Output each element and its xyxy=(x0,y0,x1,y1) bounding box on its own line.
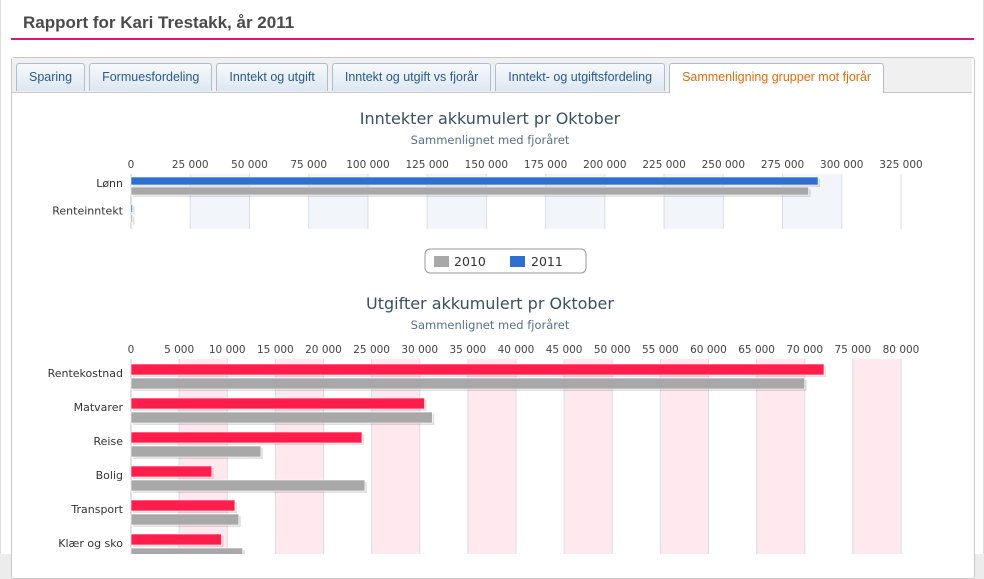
expense-category-label: Rentekostnad xyxy=(48,367,123,380)
expense-bar-2010 xyxy=(130,547,243,554)
expense-bar-2011 xyxy=(130,499,236,512)
report-page: Rapport for Kari Trestakk, år 2011 Spari… xyxy=(0,0,984,579)
expense-bar-2010 xyxy=(130,513,240,526)
tab-list: Sparing Formuesfordeling Inntekt og utgi… xyxy=(16,63,885,93)
expense-tick-label: 15 000 xyxy=(257,344,294,356)
income-tick-label: 200 000 xyxy=(583,159,626,171)
tab-inntekt-og-utgift[interactable]: Inntekt og utgift xyxy=(216,63,328,91)
expense-category-label: Matvarer xyxy=(74,401,124,414)
expense-tick-label: 80 000 xyxy=(883,344,920,356)
expense-bar-2010 xyxy=(130,479,366,492)
expense-tick-label: 10 000 xyxy=(209,344,246,356)
legend-swatch-2011 xyxy=(510,256,525,267)
expense-bar-2011 xyxy=(130,431,363,444)
tab-sammenligning-grupper[interactable]: Sammenligning grupper mot fjorår xyxy=(669,63,885,93)
income-chart-subtitle: Sammenlignet med fjoråret xyxy=(411,133,570,147)
expense-bar-2010 xyxy=(130,411,433,424)
income-tick-label: 325 000 xyxy=(879,159,922,171)
income-tick-label: 0 xyxy=(128,159,135,171)
tab-formuesfordeling[interactable]: Formuesfordeling xyxy=(89,63,213,91)
tab-inntekt-og-utgift-vs-fjoraar[interactable]: Inntekt og utgift vs fjorår xyxy=(331,63,492,91)
expense-chart-title: Utgifter akkumulert pr Oktober xyxy=(366,294,614,313)
tab-sparing[interactable]: Sparing xyxy=(16,63,86,91)
page-title: Rapport for Kari Trestakk, år 2011 xyxy=(23,13,295,32)
income-bar-2011 xyxy=(130,176,819,186)
expense-tick-label: 5 000 xyxy=(164,344,194,356)
income-tick-label: 175 000 xyxy=(524,159,567,171)
expense-category-label: Reise xyxy=(94,435,124,448)
expense-chart: 0 5 000 10 000 15 000 20 000 25 000 30 000 35 0… xyxy=(48,344,920,554)
income-tick-label: 100 000 xyxy=(346,159,389,171)
income-chart: 0 25 000 50 000 75 000 100 000 125 000 150 000… xyxy=(52,159,923,229)
income-category-label: Lønn xyxy=(96,177,123,190)
expense-tick-label: 40 000 xyxy=(498,344,535,356)
expense-bar-2010 xyxy=(130,377,806,390)
expense-plot-band xyxy=(852,359,901,554)
income-tick-label: 300 000 xyxy=(820,159,863,171)
income-tick-label: 275 000 xyxy=(761,159,804,171)
income-bar-2011 xyxy=(130,204,133,213)
title-divider xyxy=(11,38,974,40)
income-bar-shadow xyxy=(133,216,135,225)
expense-category-label: Klær og sko xyxy=(58,537,123,550)
expense-tick-label: 30 000 xyxy=(401,344,438,356)
expense-category-label: Transport xyxy=(70,503,123,516)
income-tick-label: 75 000 xyxy=(290,159,327,171)
income-chart-title: Inntekter akkumulert pr Oktober xyxy=(360,109,621,128)
expense-tick-label: 50 000 xyxy=(594,344,631,356)
expense-chart-subtitle: Sammenlignet med fjoråret xyxy=(411,318,570,332)
income-tick-label: 225 000 xyxy=(642,159,685,171)
expense-tick-label: 75 000 xyxy=(835,344,872,356)
expense-category-label: Bolig xyxy=(96,469,123,482)
expense-tick-label: 25 000 xyxy=(353,344,390,356)
income-bar-2010 xyxy=(130,214,133,223)
expense-tick-label: 35 000 xyxy=(450,344,487,356)
chart-legend: 2010 2011 xyxy=(424,248,587,274)
legend-swatch-2010 xyxy=(434,256,449,267)
expense-bar-2010 xyxy=(130,445,262,458)
expense-tick-label: 70 000 xyxy=(786,344,823,356)
expense-tick-label: 60 000 xyxy=(690,344,727,356)
expense-bar-2011 xyxy=(130,465,213,478)
expense-tick-label: 65 000 xyxy=(738,344,775,356)
income-tick-label: 125 000 xyxy=(405,159,448,171)
expense-bar-2011 xyxy=(130,363,825,376)
income-tick-label: 150 000 xyxy=(465,159,508,171)
income-bar-shadow xyxy=(133,206,135,215)
legend-label-2010[interactable]: 2010 xyxy=(454,254,486,269)
income-tick-label: 250 000 xyxy=(702,159,745,171)
income-category-label: Renteinntekt xyxy=(52,205,123,218)
expense-tick-label: 55 000 xyxy=(642,344,679,356)
legend-label-2011[interactable]: 2011 xyxy=(531,254,563,269)
expense-bar-2011 xyxy=(130,533,222,546)
income-bar-2010 xyxy=(130,186,809,196)
expense-tick-label: 20 000 xyxy=(305,344,342,356)
expense-tick-label: 45 000 xyxy=(546,344,583,356)
income-tick-label: 25 000 xyxy=(172,159,209,171)
charts-canvas: Inntekter akkumulert pr Oktober Sammenli… xyxy=(48,109,923,554)
expense-bar-2011 xyxy=(130,397,425,410)
expense-tick-label: 0 xyxy=(128,344,135,356)
income-tick-label: 50 000 xyxy=(231,159,268,171)
tab-inntekt-og-utgiftsfordeling[interactable]: Inntekt- og utgiftsfordeling xyxy=(495,63,666,91)
